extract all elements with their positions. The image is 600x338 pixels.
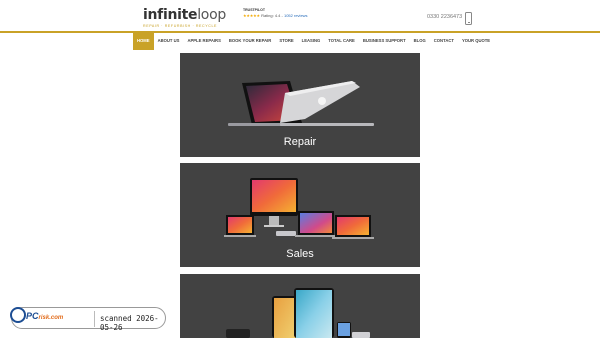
rating-stars-icon: ★★★★★ xyxy=(243,13,260,18)
nav-item-store[interactable]: STORE xyxy=(275,32,297,50)
phone-icon[interactable] xyxy=(465,12,472,25)
nav-item-business-support[interactable]: BUSINESS SUPPORT xyxy=(359,32,410,50)
site-header: infiniteloop REPAIR · REFURBISH · RECYCL… xyxy=(0,0,600,32)
badge-divider xyxy=(94,311,95,327)
third-panel[interactable] xyxy=(180,274,420,338)
sales-panel[interactable]: Sales xyxy=(180,163,420,267)
nav-item-about-us[interactable]: ABOUT US xyxy=(154,32,184,50)
logo-tagline: REPAIR · REFURBISH · RECYCLE xyxy=(143,24,218,28)
nav-item-home[interactable]: HOME xyxy=(133,32,154,50)
repair-label: Repair xyxy=(283,136,317,148)
nav-item-total-care[interactable]: TOTAL CARE xyxy=(324,32,359,50)
nav-item-apple-repairs[interactable]: APPLE REPAIRS xyxy=(183,32,224,50)
logo-thin: loop xyxy=(197,7,226,23)
trustpilot-rating[interactable]: TRUSTPILOT ★★★★★ Rating: 4.4 - 1052 revi… xyxy=(243,8,308,18)
logo-bold: infinite xyxy=(143,7,198,23)
ipad-devices-image xyxy=(226,288,370,338)
scan-date: scanned 2026-05-26 xyxy=(100,314,159,332)
site-logo[interactable]: infiniteloop REPAIR · REFURBISH · RECYCL… xyxy=(143,8,226,28)
nav-item-book-your-repair[interactable]: BOOK YOUR REPAIR xyxy=(225,32,275,50)
nav-item-your-quote[interactable]: YOUR QUOTE xyxy=(458,32,494,50)
nav-item-contact[interactable]: CONTACT xyxy=(430,32,458,50)
phone-number[interactable]: 0330 2236473 xyxy=(427,14,462,20)
main-nav: HOME ABOUT US APPLE REPAIRS BOOK YOUR RE… xyxy=(133,32,494,50)
pcrisk-brand-suffix: risk.com xyxy=(38,315,64,321)
reviews-link[interactable]: 1052 reviews xyxy=(284,13,308,18)
pcrisk-brand: PCrisk.com xyxy=(26,311,63,321)
nav-item-blog[interactable]: BLOG xyxy=(410,32,430,50)
pcrisk-logo-icon xyxy=(10,307,26,323)
nav-item-leasing[interactable]: LEASING xyxy=(298,32,325,50)
rating-text: Rating: 4.4 - xyxy=(261,13,283,18)
pcrisk-brand-pc: PC xyxy=(26,311,39,321)
pcrisk-scan-badge: PCrisk.com scanned 2026-05-26 xyxy=(10,307,166,332)
repair-panel[interactable]: Repair xyxy=(180,53,420,157)
sales-label: Sales xyxy=(286,248,314,260)
